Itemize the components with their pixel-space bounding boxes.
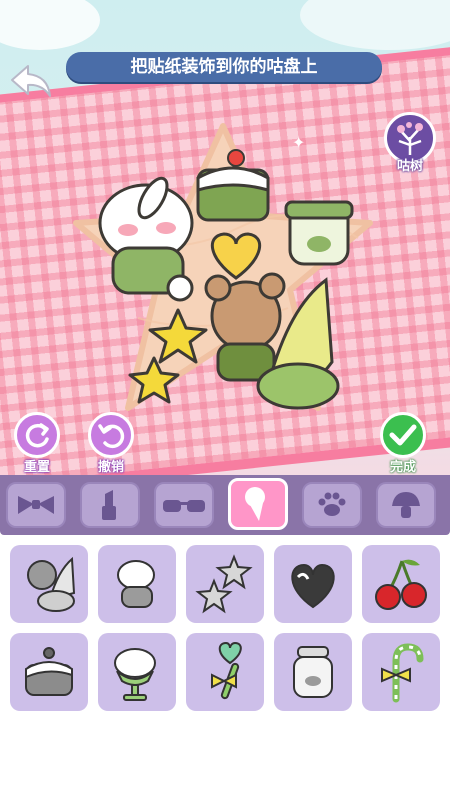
- tab-ice-cream[interactable]: [228, 478, 288, 530]
- sticker-heart-wand[interactable]: [186, 633, 264, 711]
- sticker-board[interactable]: ✦: [58, 118, 388, 428]
- sunglasses-icon: [163, 500, 205, 512]
- tab-sunglasses[interactable]: [154, 482, 214, 528]
- sticker-heart-chocolate[interactable]: [274, 545, 352, 623]
- play-scene: ✦ 把贴纸装饰到你的咕盘上 咕树 重置 撤销 完成: [0, 0, 450, 475]
- parfait-sticker-icon: [114, 648, 156, 701]
- sticker-cherry[interactable]: [362, 545, 440, 623]
- undo-icon: [98, 424, 125, 449]
- tab-bow[interactable]: [6, 482, 66, 528]
- paw-icon: [318, 492, 346, 516]
- reset-label: 重置: [23, 460, 50, 475]
- done-label: 完成: [389, 460, 416, 475]
- pudding-jar-sticker-icon: [293, 646, 333, 698]
- svg-text:✦: ✦: [292, 133, 305, 152]
- lipstick-icon: [102, 490, 116, 520]
- tab-lipstick[interactable]: [80, 482, 140, 528]
- stars-sticker-icon: [195, 554, 253, 614]
- heart-chocolate-sticker-icon: [291, 563, 335, 609]
- sticker-pudding-jar[interactable]: [274, 633, 352, 711]
- candy-cane-sticker-icon: [381, 643, 424, 703]
- cloud-decoration: [0, 0, 100, 50]
- cloud-decoration: [300, 0, 450, 50]
- sticker-bear-icecream[interactable]: [10, 545, 88, 623]
- category-tabbar: [0, 475, 450, 535]
- back-arrow-icon[interactable]: [8, 60, 54, 102]
- undo-button[interactable]: [88, 412, 134, 458]
- sticker-parfait[interactable]: [98, 633, 176, 711]
- bunny-sticker-icon: [117, 560, 155, 608]
- sticker-cake[interactable]: [10, 633, 88, 711]
- sticker-bunny[interactable]: [98, 545, 176, 623]
- bow-icon: [18, 496, 54, 514]
- heart-wand-sticker-icon: [211, 641, 242, 700]
- tab-paw[interactable]: [302, 482, 362, 528]
- placed-jar-sticker: [284, 200, 354, 266]
- instruction-banner: 把贴纸装饰到你的咕盘上: [66, 52, 382, 82]
- bear-icecream-sticker-icon: [27, 556, 76, 612]
- refresh-icon: [25, 423, 49, 448]
- sticker-stars[interactable]: [186, 545, 264, 623]
- profile-label: 咕树: [396, 159, 423, 174]
- checkmark-icon: [389, 424, 417, 446]
- cake-sticker-icon: [25, 647, 73, 696]
- done-button[interactable]: [380, 412, 426, 458]
- ice-cream-icon: [245, 487, 265, 521]
- tab-mushroom[interactable]: [376, 482, 436, 528]
- reset-button[interactable]: [14, 412, 60, 458]
- mushroom-icon: [392, 492, 420, 518]
- undo-label: 撤销: [97, 460, 124, 475]
- placed-bunny-sticker: [98, 176, 194, 302]
- sticker-candy-cane[interactable]: [362, 633, 440, 711]
- cherry-sticker-icon: [375, 559, 427, 610]
